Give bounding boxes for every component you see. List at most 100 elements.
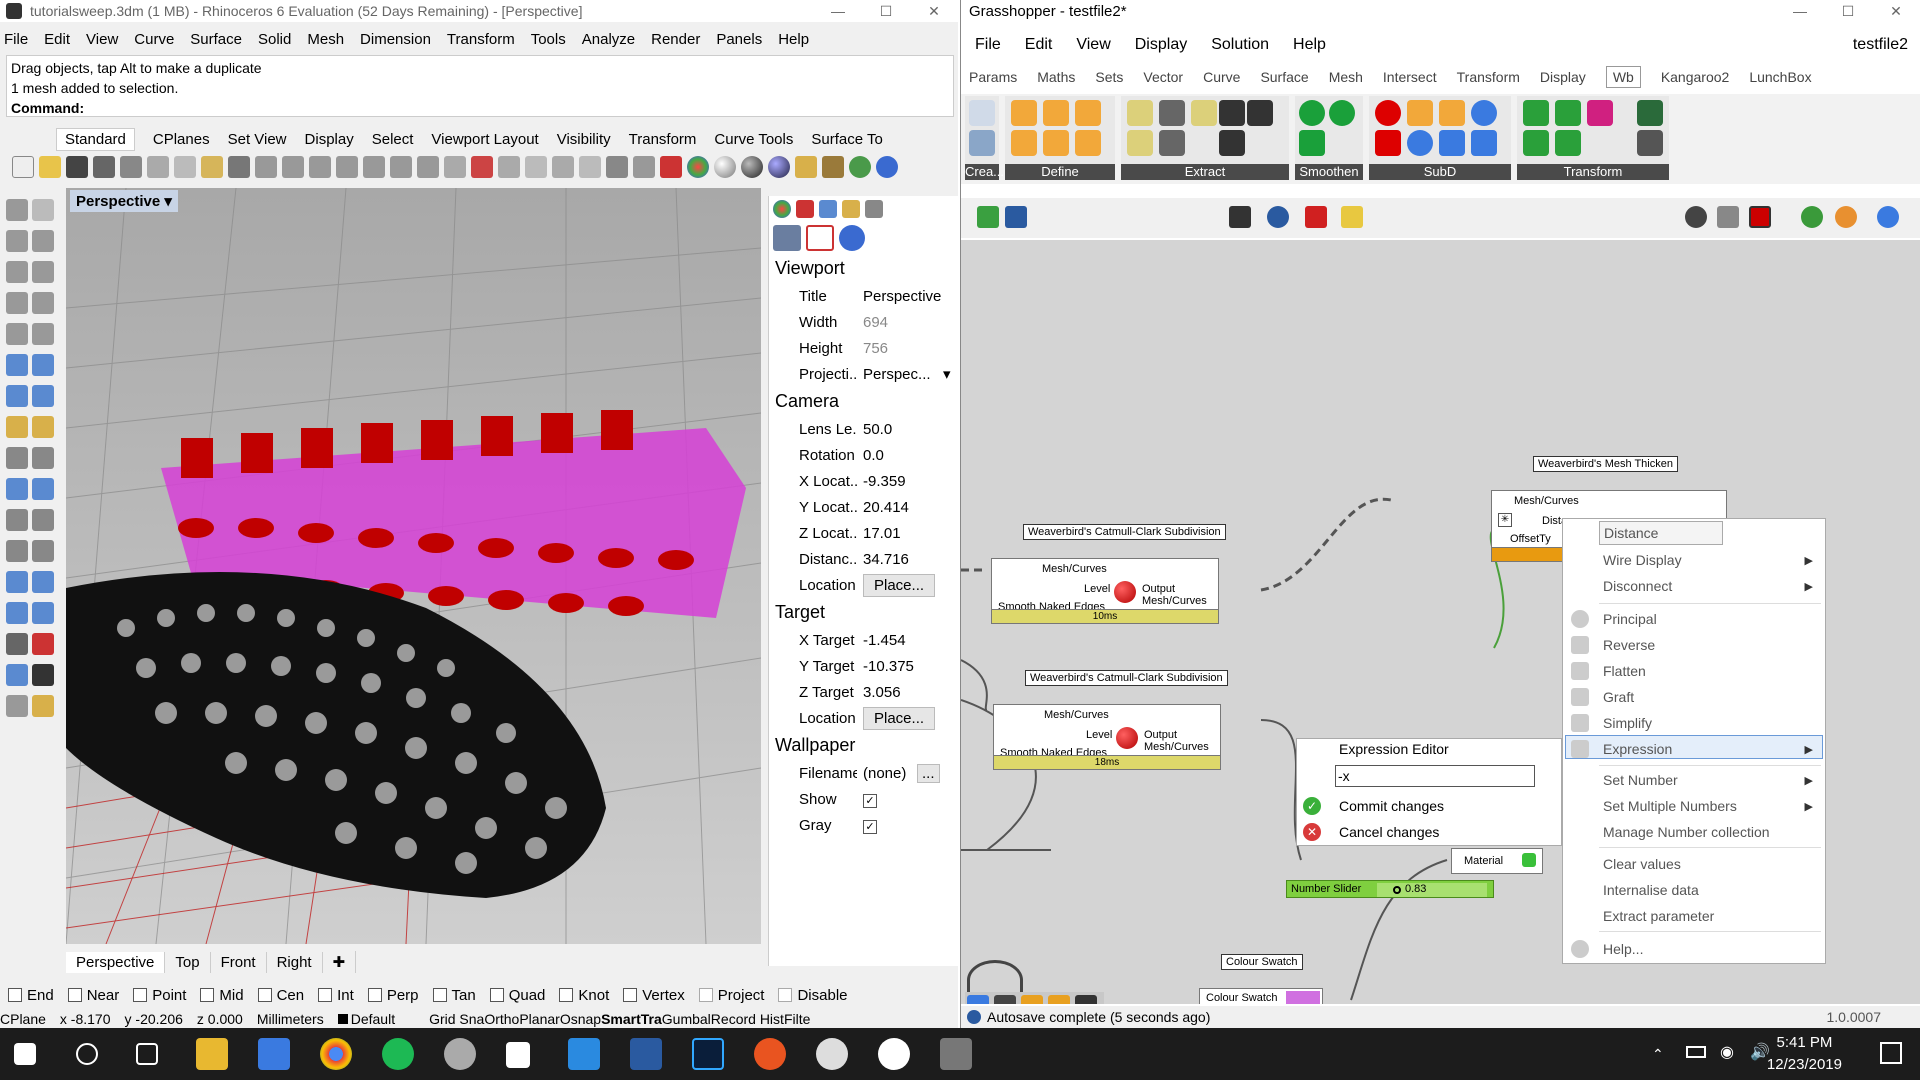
xbox-icon[interactable]	[878, 1038, 910, 1070]
chevron-down-icon[interactable]: ▾	[943, 365, 951, 383]
smoothen-icon[interactable]	[1299, 130, 1325, 156]
toggle-osnap[interactable]: Osnap	[560, 1011, 601, 1027]
prop-value[interactable]: -1.454	[857, 632, 943, 649]
arc-icon[interactable]	[6, 292, 28, 314]
create-mesh-icon[interactable]	[969, 130, 995, 156]
lock-icon[interactable]	[606, 156, 628, 178]
rectangle-icon[interactable]	[32, 292, 54, 314]
layer-icon[interactable]	[633, 156, 655, 178]
settings-gears-icon[interactable]	[822, 156, 844, 178]
undo-view-icon[interactable]	[417, 156, 439, 178]
extrude-icon[interactable]	[32, 385, 54, 407]
toggle-ortho[interactable]: Ortho	[484, 1011, 519, 1027]
laplacian-icon[interactable]	[1329, 100, 1355, 126]
split-triangles-icon[interactable]	[1439, 100, 1465, 126]
open-file-icon[interactable]	[977, 206, 999, 228]
show-checkbox[interactable]: ✓	[863, 793, 877, 808]
open-folder-icon[interactable]	[39, 156, 61, 178]
toggle-filter[interactable]: Filte	[784, 1011, 810, 1027]
gh-tab-transform[interactable]: Transform	[1457, 69, 1520, 85]
task-view-icon[interactable]	[136, 1043, 158, 1065]
preview-selected-icon[interactable]	[1801, 206, 1823, 228]
projection-select[interactable]: Perspec...	[857, 366, 943, 383]
gh-tab-curve[interactable]: Curve	[1203, 69, 1240, 85]
material-icon[interactable]	[660, 156, 682, 178]
mesh-icon[interactable]	[6, 478, 28, 500]
pyramid-blue-icon[interactable]	[1471, 130, 1497, 156]
prop-value[interactable]: 3.056	[857, 684, 943, 701]
input-mesh-curves[interactable]: Mesh/Curves	[1042, 563, 1107, 575]
snap-perp[interactable]: Perp	[367, 987, 419, 1004]
prop-value[interactable]: 50.0	[857, 421, 943, 438]
snap-end[interactable]: End	[8, 987, 54, 1004]
gh-tab-wb[interactable]: Wb	[1605, 66, 1641, 88]
commit-changes-item[interactable]: Commit changes	[1339, 798, 1444, 814]
input-level[interactable]: Level	[1084, 583, 1110, 595]
menu-render[interactable]: Render	[651, 31, 700, 48]
menu-simplify[interactable]: Simplify	[1603, 712, 1652, 734]
pan-hand-icon[interactable]	[255, 156, 277, 178]
render-sphere-icon[interactable]	[768, 156, 790, 178]
car-icon[interactable]	[471, 156, 493, 178]
gh-tab-kangaroo2[interactable]: Kangaroo2	[1661, 69, 1730, 85]
preview-wire-icon[interactable]	[1717, 206, 1739, 228]
snap-mid[interactable]: Mid	[200, 987, 244, 1004]
input-mesh-curves[interactable]: Mesh/Curves	[1514, 495, 1579, 507]
widget-grid-icon[interactable]	[967, 995, 989, 1004]
viewport-title[interactable]: Perspective ▾	[70, 190, 178, 212]
menu-edit[interactable]: Edit	[44, 31, 70, 48]
status-layer[interactable]: Default	[351, 1011, 395, 1027]
box-icon[interactable]	[6, 385, 28, 407]
bin-icon[interactable]	[1341, 206, 1363, 228]
snap-point[interactable]: Point	[133, 987, 186, 1004]
select-arrow-icon[interactable]	[6, 199, 28, 221]
copy-tool-icon[interactable]	[32, 509, 54, 531]
points-icon[interactable]	[498, 156, 520, 178]
prop-value[interactable]: 20.414	[857, 499, 943, 516]
file-explorer-icon[interactable]	[196, 1038, 228, 1070]
boolean-icon[interactable]	[6, 416, 28, 438]
group-icon[interactable]	[6, 571, 28, 593]
target-place-button[interactable]: Place...	[863, 706, 936, 730]
array-icon[interactable]	[6, 633, 28, 655]
freeform-icon[interactable]	[32, 323, 54, 345]
naked-edges-icon[interactable]	[1127, 130, 1153, 156]
rendered-sphere-icon[interactable]	[741, 156, 763, 178]
carpet-icon[interactable]	[1555, 130, 1581, 156]
menu-extract-parameter[interactable]: Extract parameter	[1603, 905, 1714, 927]
battery-icon[interactable]	[1686, 1046, 1706, 1058]
split-icon[interactable]	[32, 447, 54, 469]
tab-display[interactable]: Display	[305, 131, 354, 148]
triangle-red-icon[interactable]	[1375, 130, 1401, 156]
minimize-icon[interactable]: —	[1776, 0, 1824, 22]
window-icon[interactable]	[1523, 100, 1549, 126]
cylinder-icon[interactable]	[32, 602, 54, 624]
gray-checkbox[interactable]: ✓	[863, 819, 877, 834]
zoom-window-icon[interactable]	[336, 156, 358, 178]
text-icon[interactable]	[32, 540, 54, 562]
curve-icon[interactable]	[32, 230, 54, 252]
paint-icon[interactable]	[32, 695, 54, 717]
trim-icon[interactable]	[6, 447, 28, 469]
system-clock[interactable]: 5:41 PM 12/23/2019	[1767, 1032, 1842, 1076]
gh-menu-edit[interactable]: Edit	[1025, 36, 1053, 54]
menu-transform[interactable]: Transform	[447, 31, 515, 48]
menu-reverse[interactable]: Reverse	[1603, 634, 1655, 656]
vp-tab-right[interactable]: Right	[267, 951, 323, 973]
display-settings-icon[interactable]	[1877, 206, 1899, 228]
gh-menu-view[interactable]: View	[1076, 36, 1110, 54]
sierpinski-icon[interactable]	[1471, 100, 1497, 126]
polyline-icon[interactable]	[6, 230, 28, 252]
render-tool-icon[interactable]	[6, 664, 28, 686]
preview-eye-icon[interactable]	[1267, 206, 1289, 228]
check-icon[interactable]	[32, 664, 54, 686]
snap-tan[interactable]: Tan	[432, 987, 476, 1004]
gh-menu-display[interactable]: Display	[1135, 36, 1187, 54]
tetrahedron-icon[interactable]	[1075, 100, 1101, 126]
offset-icon[interactable]	[1523, 130, 1549, 156]
snap-vertex[interactable]: Vertex	[623, 987, 685, 1004]
command-prompt[interactable]: Command:	[11, 98, 949, 118]
sphere-blue-icon[interactable]	[1407, 130, 1433, 156]
input-mesh-curves[interactable]: Mesh/Curves	[1044, 709, 1109, 721]
zoom-extents-icon[interactable]	[363, 156, 385, 178]
